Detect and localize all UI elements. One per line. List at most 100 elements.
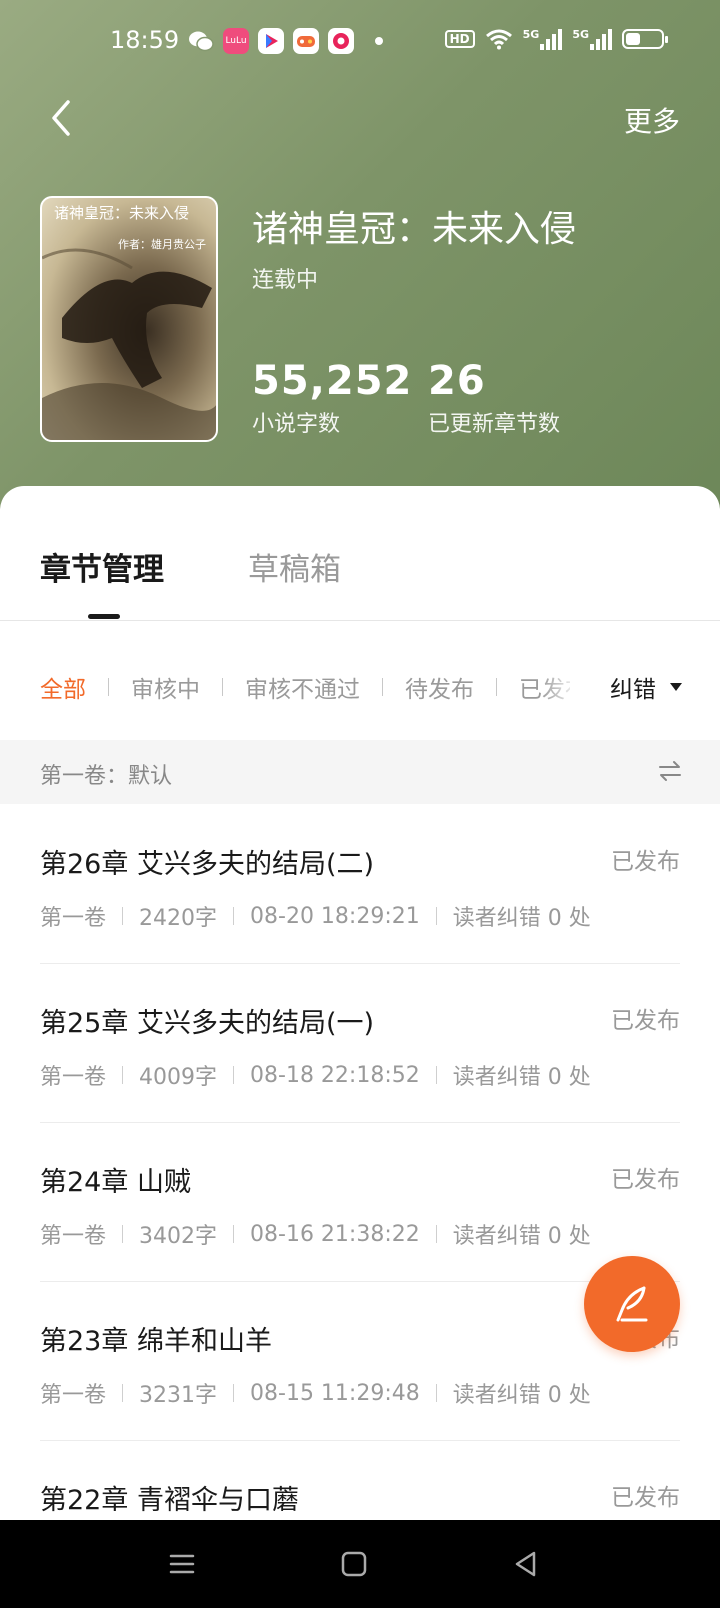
divider xyxy=(122,1384,124,1402)
filter-under-review[interactable]: 审核中 xyxy=(131,670,200,704)
signal-5g-2: 5G xyxy=(572,28,612,50)
chapter-meta: 第一卷 2420字 08-20 18:29:21 读者纠错 0 处 xyxy=(40,900,591,932)
wifi-icon xyxy=(485,29,512,50)
hd-badge: HD xyxy=(444,30,475,48)
chapter-words: 4009字 xyxy=(139,1065,218,1090)
chapter-volume: 第一卷 xyxy=(40,1224,107,1249)
chapter-title: 第24章 山贼 xyxy=(40,1167,191,1198)
chapter-row[interactable]: 第26章 艾兴多夫的结局(二) 已发布 第一卷 2420字 08-20 18:2… xyxy=(40,804,680,964)
chapter-time: 08-16 21:38:22 xyxy=(250,1221,420,1247)
notification-icons: LuLu xyxy=(188,28,383,54)
chapter-state: 已发布 xyxy=(611,1167,680,1193)
tab-divider xyxy=(0,620,720,621)
status-bar: 18:59 LuLu HD 5G 5G xyxy=(0,22,720,62)
cover-art xyxy=(42,248,216,440)
chapter-meta: 第一卷 3402字 08-16 21:38:22 读者纠错 0 处 xyxy=(40,1218,591,1250)
chapter-meta: 第一卷 3231字 08-15 11:29:48 读者纠错 0 处 xyxy=(40,1377,591,1409)
cover-title: 诸神皇冠：未来入侵 xyxy=(54,204,190,222)
chapter-row[interactable]: 第24章 山贼 已发布 第一卷 3402字 08-16 21:38:22 读者纠… xyxy=(40,1122,680,1282)
chapter-meta: 第一卷 4009字 08-18 22:18:52 读者纠错 0 处 xyxy=(40,1059,591,1091)
book-status: 连载中 xyxy=(252,268,319,293)
divider xyxy=(496,678,497,696)
wechat-icon xyxy=(188,28,214,54)
menu-icon[interactable] xyxy=(168,1550,196,1578)
chapter-corrections: 读者纠错 0 处 xyxy=(452,1383,591,1408)
book-cover: 诸神皇冠：未来入侵 作者：雄月贵公子 xyxy=(40,196,218,442)
filter-rejected[interactable]: 审核不通过 xyxy=(245,670,360,704)
chapter-title: 第23章 绵羊和山羊 xyxy=(40,1326,272,1357)
chapter-count-value: 26 xyxy=(428,358,486,404)
back-button[interactable] xyxy=(40,96,84,140)
chapter-volume: 第一卷 xyxy=(40,1383,107,1408)
divider xyxy=(233,907,235,925)
divider xyxy=(122,907,124,925)
divider xyxy=(233,1225,235,1243)
lulu-app-icon: LuLu xyxy=(223,28,249,54)
chapter-state: 已发布 xyxy=(611,1485,680,1511)
more-notifications-dot xyxy=(375,37,383,45)
system-nav-bar xyxy=(0,1520,720,1608)
chapter-corrections: 读者纠错 0 处 xyxy=(452,906,591,931)
book-title: 诸神皇冠：未来入侵 xyxy=(252,209,577,250)
cover-author: 作者：雄月贵公子 xyxy=(118,238,206,251)
volume-header: 第一卷：默认 xyxy=(0,740,720,804)
volume-label: 第一卷：默认 xyxy=(40,764,173,789)
chapter-volume: 第一卷 xyxy=(40,906,107,931)
divider xyxy=(122,1225,124,1243)
video-play-app-icon xyxy=(258,28,284,54)
quill-pen-icon xyxy=(616,1286,648,1322)
word-count-value: 55,252 xyxy=(252,358,413,404)
tab-drafts[interactable]: 草稿箱 xyxy=(248,544,341,589)
signal-bars-icon xyxy=(540,28,563,50)
divider xyxy=(122,1066,124,1084)
more-button[interactable]: 更多 xyxy=(624,100,680,140)
chapter-time: 08-18 22:18:52 xyxy=(250,1062,420,1088)
chapter-state: 已发布 xyxy=(611,1008,680,1034)
divider xyxy=(108,678,109,696)
battery-icon xyxy=(622,29,668,49)
correction-dropdown[interactable]: 纠错 xyxy=(610,670,682,704)
chapter-row[interactable]: 第25章 艾兴多夫的结局(一) 已发布 第一卷 4009字 08-18 22:1… xyxy=(40,963,680,1123)
correction-label: 纠错 xyxy=(610,677,656,703)
word-count-stat: 55,252 小说字数 xyxy=(252,358,412,438)
divider xyxy=(435,907,437,925)
chapter-time: 08-20 18:29:21 xyxy=(250,903,420,929)
swap-icon[interactable] xyxy=(658,760,682,786)
filter-all[interactable]: 全部 xyxy=(40,670,86,704)
chapter-state: 已发布 xyxy=(611,849,680,875)
status-filter-bar: 全部审核中审核不通过待发布已发布 xyxy=(40,670,570,706)
battery-level xyxy=(626,33,640,45)
chapter-title: 第22章 青褶伞与口蘑 xyxy=(40,1485,299,1516)
tab-chapter-management[interactable]: 章节管理 xyxy=(40,544,164,589)
word-count-label: 小说字数 xyxy=(252,412,341,437)
divider xyxy=(233,1384,235,1402)
status-time: 18:59 xyxy=(110,26,180,54)
chapter-count-label: 已更新章节数 xyxy=(428,412,561,437)
chapter-volume: 第一卷 xyxy=(40,1065,107,1090)
write-chapter-button[interactable] xyxy=(584,1256,680,1352)
divider xyxy=(435,1066,437,1084)
dropdown-triangle-icon xyxy=(670,683,682,691)
chapter-time: 08-15 11:29:48 xyxy=(250,1380,420,1406)
chapter-words: 3402字 xyxy=(139,1224,218,1249)
chevron-left-icon xyxy=(52,100,70,136)
divider xyxy=(435,1384,437,1402)
chapter-words: 2420字 xyxy=(139,906,218,931)
game-center-app-icon xyxy=(293,28,319,54)
signal-bars-icon xyxy=(590,28,612,50)
system-indicators: HD 5G 5G xyxy=(444,28,668,50)
chapter-title: 第26章 艾兴多夫的结局(二) xyxy=(40,849,375,880)
back-triangle-icon[interactable] xyxy=(512,1550,540,1578)
filter-pending-publish[interactable]: 待发布 xyxy=(405,670,474,704)
active-tab-indicator xyxy=(88,614,120,619)
divider xyxy=(233,1066,235,1084)
signal-5g-1: 5G xyxy=(523,28,563,50)
chat-app-icon xyxy=(328,28,354,54)
filter-fade xyxy=(540,664,580,708)
divider xyxy=(382,678,383,696)
chapter-title: 第25章 艾兴多夫的结局(一) xyxy=(40,1008,375,1039)
divider xyxy=(222,678,223,696)
chapter-count-stat: 26 已更新章节数 xyxy=(428,358,560,438)
home-square-icon[interactable] xyxy=(340,1550,368,1578)
divider xyxy=(435,1225,437,1243)
